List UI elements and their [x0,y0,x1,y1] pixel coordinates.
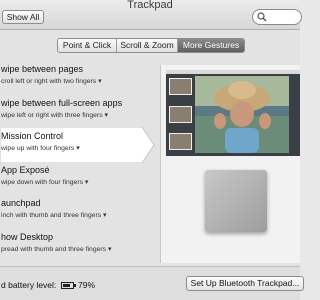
dropdown-arrow-icon: ▾ [107,246,112,253]
gesture-swipe-between-pages[interactable]: wipe between pages croll left or right w… [0,61,155,95]
gesture-mission-control[interactable]: Mission Control wipe up with four finger… [0,128,155,162]
gesture-label: wipe between pages [1,64,84,74]
dropdown-arrow-icon: ▾ [98,78,102,85]
preview-photo [195,76,289,153]
gesture-app-expose[interactable]: App Exposé wipe down with four fingers ▾ [0,162,155,196]
gesture-label: Mission Control [1,131,64,141]
dropdown-arrow-icon: ▾ [76,145,80,152]
preview-thumbnail [169,133,192,150]
tab-bar: Point & Click Scroll & Zoom More Gesture… [57,38,245,53]
gesture-label: aunchpad [1,198,41,208]
tab-point-and-click[interactable]: Point & Click [58,39,117,52]
preview-thumbnail [169,78,192,95]
search-icon [257,12,267,22]
gesture-option[interactable]: inch with thumb and three fingers ▾ [1,211,106,219]
gesture-label: wipe between full-screen apps [1,98,123,108]
gesture-label: App Exposé [1,165,50,175]
battery-label: d battery level: [1,280,57,290]
gesture-swipe-full-screen-apps[interactable]: wipe between full-screen apps wipe left … [0,95,155,129]
gesture-option[interactable]: wipe down with four fingers ▾ [1,178,88,186]
gesture-show-desktop[interactable]: how Desktop pread with thumb and three f… [0,229,155,263]
tab-scroll-and-zoom[interactable]: Scroll & Zoom [117,39,178,52]
dropdown-arrow-icon: ▾ [103,212,107,219]
gesture-option[interactable]: croll left or right with two fingers ▾ [1,77,102,85]
dropdown-arrow-icon: ▾ [104,112,108,119]
battery-status: d battery level: 79% [1,280,95,290]
battery-icon [60,282,76,289]
show-all-button[interactable]: Show All [2,10,44,24]
setup-bluetooth-trackpad-button[interactable]: Set Up Bluetooth Trackpad... [186,276,304,291]
battery-percent: 79% [78,280,96,290]
dropdown-arrow-icon: ▾ [84,179,89,186]
window-titlebar: Trackpad Show All [0,0,302,30]
trackpad-illustration [205,170,267,232]
preview-screen [166,70,300,156]
gesture-label: how Desktop [1,232,54,242]
preview-menubar [166,70,300,74]
gesture-option[interactable]: wipe up with four fingers ▾ [1,144,80,152]
preview-thumbnail [169,106,192,123]
search-field[interactable] [252,9,302,25]
gesture-launchpad[interactable]: aunchpad inch with thumb and three finge… [0,195,155,229]
gesture-option[interactable]: pread with thumb and three fingers ▾ [1,245,111,253]
tab-more-gestures[interactable]: More Gestures [178,39,244,52]
gesture-option[interactable]: wipe left or right with three fingers ▾ [1,111,108,119]
